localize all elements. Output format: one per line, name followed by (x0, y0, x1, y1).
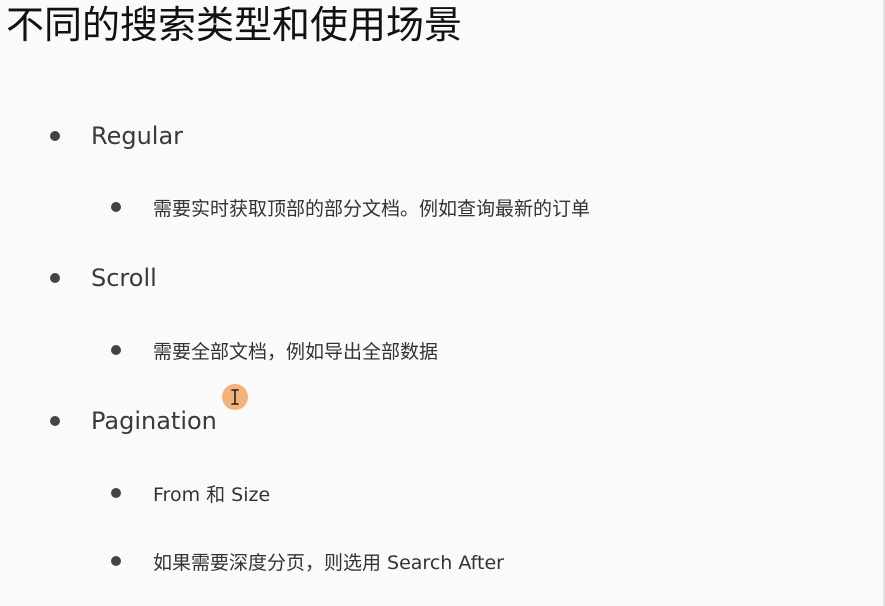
bullet-item-regular: Regular (50, 121, 183, 151)
bullet-item-pagination: Pagination (50, 406, 217, 436)
bullet-dot-icon (50, 273, 60, 283)
sub-bullet-text: 需要实时获取顶部的部分文档。例如查询最新的订单 (153, 197, 591, 220)
bullet-label-scroll: Scroll (91, 264, 157, 292)
bullet-label-pagination: Pagination (91, 407, 217, 435)
sub-bullet-item-from-size: From 和 Size (111, 480, 270, 506)
bullet-dot-icon (50, 416, 60, 426)
bullet-dot-icon (111, 556, 121, 566)
sub-bullet-item-scroll: 需要全部文档，例如导出全部数据 (111, 337, 438, 363)
sub-bullet-text: 如果需要深度分页，则选用 Search After (153, 551, 504, 574)
sub-bullet-text: From 和 Size (153, 483, 271, 506)
bullet-dot-icon (50, 131, 60, 141)
bullet-dot-icon (111, 345, 121, 355)
sub-bullet-item-regular: 需要实时获取顶部的部分文档。例如查询最新的订单 (111, 194, 590, 220)
bullet-item-scroll: Scroll (50, 263, 157, 293)
bullet-dot-icon (111, 488, 121, 498)
sub-bullet-text: 需要全部文档，例如导出全部数据 (153, 340, 439, 363)
bullet-dot-icon (111, 202, 121, 212)
bullet-label-regular: Regular (91, 122, 184, 150)
text-cursor-icon (222, 384, 248, 410)
slide-title: 不同的搜索类型和使用场景 (6, 3, 463, 47)
sub-bullet-item-search-after: 如果需要深度分页，则选用 Search After (111, 548, 504, 574)
